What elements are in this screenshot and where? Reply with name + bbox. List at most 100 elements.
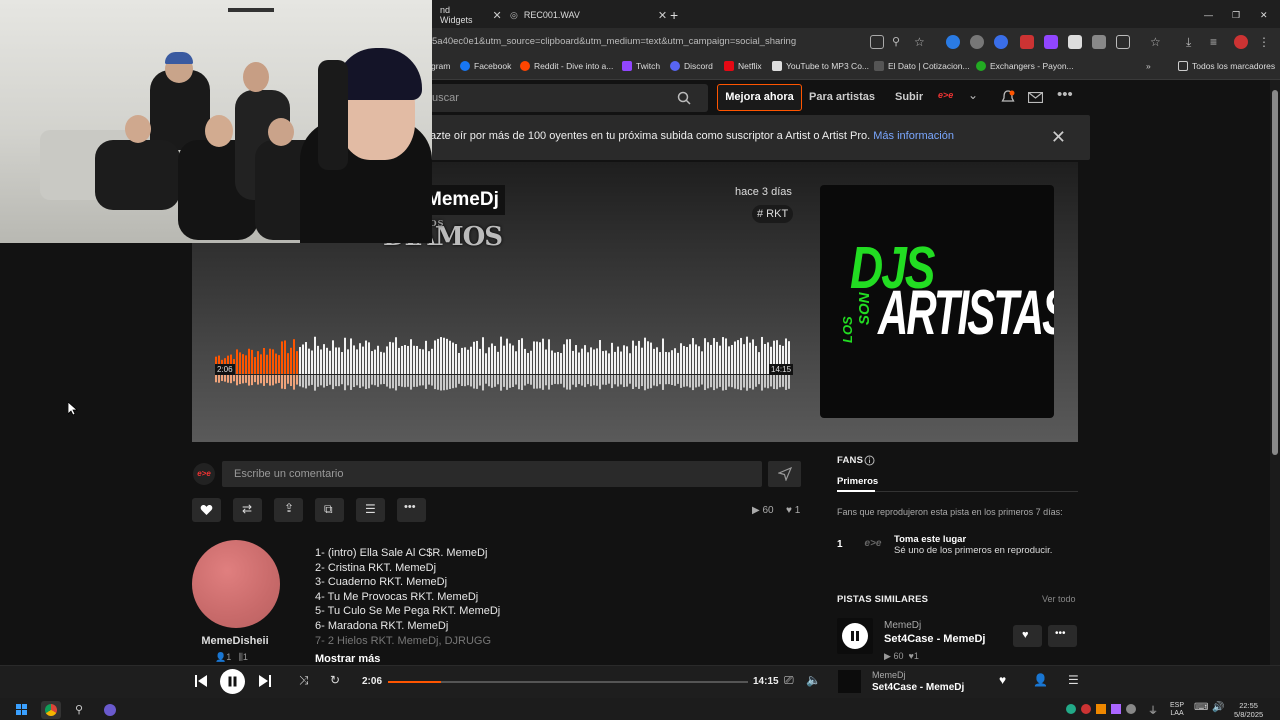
repost-button[interactable]: ⇄ [233,498,262,522]
previous-icon[interactable] [194,674,208,688]
send-comment-button[interactable] [768,461,801,487]
microphone-icon[interactable]: ⏚ [1148,702,1158,717]
player-artwork[interactable] [838,670,861,693]
tray-icon[interactable] [1081,704,1091,714]
url-field[interactable]: 5a40ec0e1&utm_source=clipboard&utm_mediu… [432,33,932,51]
upload-link[interactable]: Subir [895,91,923,103]
twitch-extension-icon[interactable] [1044,35,1058,49]
waveform-bar [431,348,433,374]
keyboard-language[interactable]: ESP LAA [1170,702,1184,718]
taskbar-app-icon[interactable]: ⚲ [75,703,83,716]
similar-more-button[interactable]: ••• [1048,625,1077,647]
upgrade-button[interactable]: Mejora ahora [717,84,802,111]
shuffle-icon[interactable]: ⤨ [299,673,309,688]
minimize-button[interactable]: — [1196,4,1221,26]
similar-track-title[interactable]: Set4Case - MemeDj [884,633,986,645]
close-icon[interactable]: ✕ [493,9,502,22]
bookmark-netflix[interactable]: Netflix [724,61,762,71]
speaker-icon[interactable]: 🔊 [1212,702,1224,713]
share-button[interactable]: ⇪ [274,498,303,522]
star-icon[interactable]: ☆ [914,35,928,49]
install-icon[interactable] [870,35,884,49]
tray-icon[interactable] [1111,704,1121,714]
extension-icon[interactable] [970,35,984,49]
next-icon[interactable] [258,674,272,688]
heart-icon[interactable]: ♥ [999,673,1006,687]
repeat-icon[interactable]: ↻ [330,673,340,687]
queue-icon[interactable]: ☰ [1068,673,1079,687]
bookmark-facebook[interactable]: Facebook [460,61,511,71]
extension-icon[interactable] [994,35,1008,49]
chevron-down-icon[interactable]: ⌄ [968,88,978,102]
bookmark-el-dato[interactable]: El Dato | Cotizacion... [874,61,970,71]
bookmark-star-icon[interactable]: ☆ [1150,35,1164,49]
similar-track-pause-button[interactable] [842,623,868,649]
genre-tag[interactable]: # RKT [752,205,794,223]
waveform[interactable] [215,320,791,398]
taskbar-chrome[interactable] [41,701,61,719]
tab-rec001[interactable]: ◎ REC001.WAV ✕ [502,4,667,26]
uploader-avatar[interactable] [192,540,280,628]
comment-input[interactable]: Escribe un comentario [222,461,762,487]
user-avatar[interactable]: e>e [938,90,958,104]
taskbar-app-icon[interactable] [104,704,116,716]
see-all-link[interactable]: Ver todo [1042,594,1076,604]
system-clock[interactable]: 22:55 5/8/2025 [1234,701,1263,719]
tray-icon[interactable] [1126,704,1136,714]
bookmark-instagram[interactable]: gram [431,61,450,71]
close-window-button[interactable]: ✕ [1252,4,1276,26]
more-bookmarks-chevron-icon[interactable]: » [1146,61,1151,71]
like-button[interactable] [192,498,221,522]
volume-icon[interactable]: 🔈 [806,673,821,687]
player-track-title[interactable]: Set4Case - MemeDj [872,682,964,693]
show-more-link[interactable]: Mostrar más [315,653,380,665]
extension-icon[interactable] [1020,35,1034,49]
bookmark-label: Netflix [738,61,762,71]
tray-icon[interactable] [1066,704,1076,714]
bookmark-discord[interactable]: Discord [670,61,713,71]
extension-icon[interactable] [946,35,960,49]
maximize-button[interactable]: ❐ [1224,4,1248,26]
network-icon[interactable]: ⌨ [1194,702,1208,713]
uploader-name[interactable]: MemeDisheii [192,635,278,647]
extension-icon[interactable] [1068,35,1082,49]
tab-primeros[interactable]: Primeros [837,476,878,487]
search-icon[interactable] [677,91,691,105]
search-input[interactable]: uscar [430,84,708,112]
bookmark-exchangers[interactable]: Exchangers - Payon... [976,61,1074,71]
more-dots-icon[interactable]: ••• [1057,86,1073,103]
play-pause-button[interactable] [220,669,245,694]
bookmark-twitch[interactable]: Twitch [622,61,660,71]
mail-icon[interactable] [1028,92,1043,103]
similar-track-user[interactable]: MemeDj [884,620,921,631]
for-artists-link[interactable]: Para artistas [809,91,875,103]
more-options-button[interactable]: ••• [397,498,426,522]
zoom-icon[interactable]: ⚲ [892,35,906,49]
profile-avatar[interactable] [1234,35,1248,49]
new-tab-button[interactable]: + [662,4,686,26]
similar-like-button[interactable]: ♥ [1013,625,1042,647]
player-progress-track[interactable] [388,681,748,683]
follow-user-icon[interactable]: 👤 [1033,673,1048,687]
tab-widgets[interactable]: nd Widgets ✕ [432,4,502,26]
puzzle-icon[interactable] [1116,35,1130,49]
waveform-reflection-bar [728,375,730,387]
queue-icon[interactable]: ≡ [1210,35,1224,49]
info-icon[interactable] [864,455,875,466]
close-icon[interactable]: ✕ [1051,127,1066,148]
bookmark-all[interactable]: Todos los marcadores [1178,61,1275,71]
player-user[interactable]: MemeDj [872,670,906,680]
bell-icon[interactable] [1001,90,1015,105]
bookmark-reddit[interactable]: Reddit - Dive into a... [520,61,613,71]
bookmark-youtube-mp3[interactable]: YouTube to MP3 Co... [772,61,869,71]
download-icon[interactable]: ⤓ [1186,35,1200,49]
copy-link-button[interactable]: ⧉ [315,498,344,522]
shield-icon[interactable] [1092,35,1106,49]
menu-dots-icon[interactable]: ⋮ [1258,35,1272,49]
tray-icon[interactable] [1096,704,1106,714]
banner-more-info-link[interactable]: Más información [873,130,954,142]
cast-icon[interactable]: ⎚ [784,673,794,688]
windows-start-icon[interactable] [16,704,27,715]
scrollbar-thumb[interactable] [1272,90,1278,455]
add-to-playlist-button[interactable]: ☰ [356,498,385,522]
